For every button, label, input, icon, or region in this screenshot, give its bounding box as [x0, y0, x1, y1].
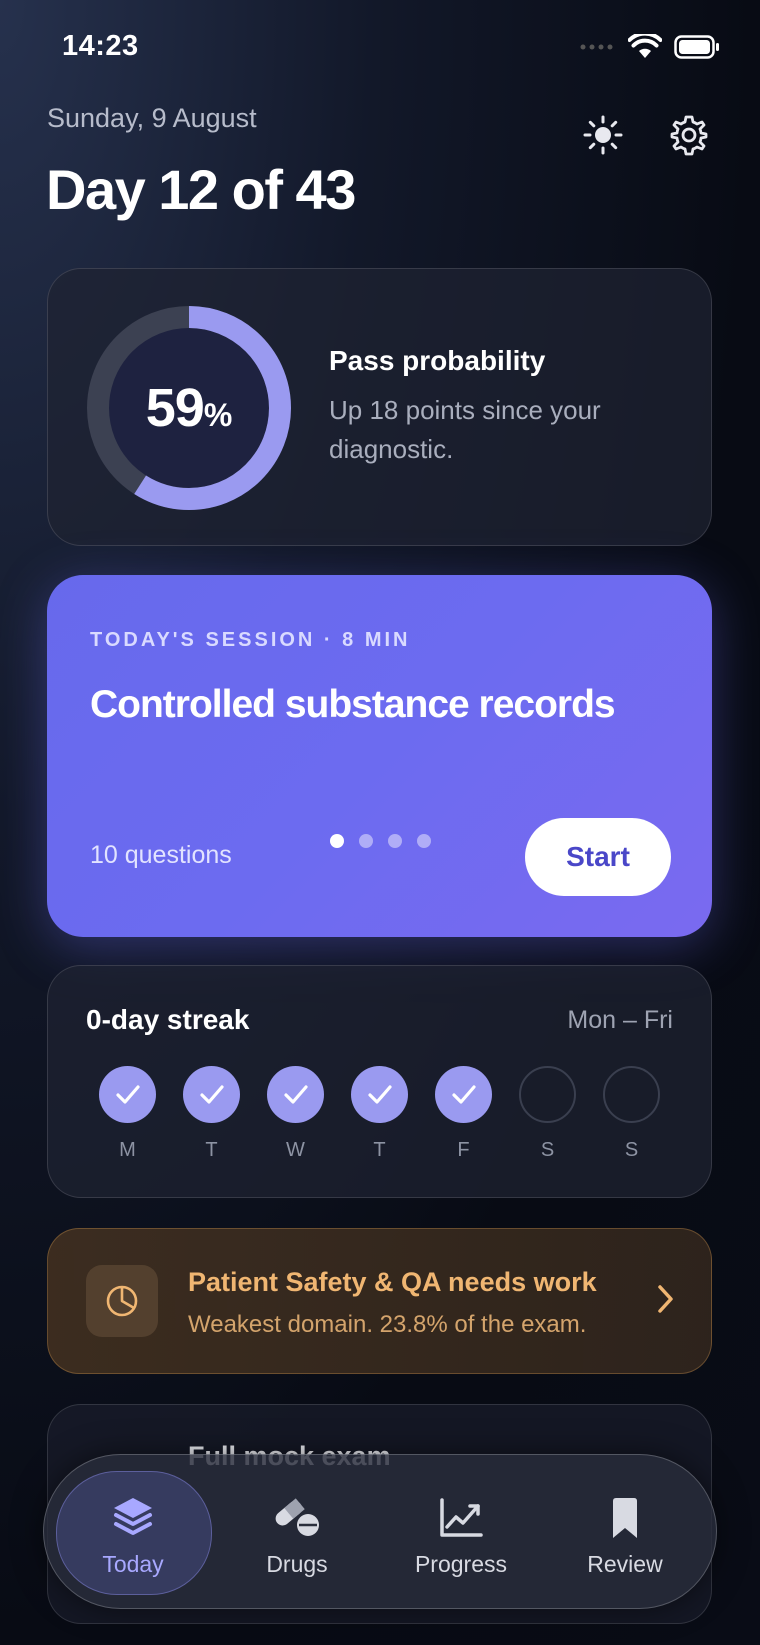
day-letter: S	[624, 1139, 639, 1161]
settings-button[interactable]	[666, 112, 712, 158]
cellular-signal-icon	[580, 44, 613, 50]
streak-day: M	[98, 1066, 157, 1162]
tab-label: Review	[587, 1551, 663, 1577]
tab-label: Today	[102, 1551, 164, 1577]
checkmark-icon	[451, 1084, 476, 1104]
streak-day: S	[602, 1066, 661, 1162]
pie-chart-icon	[106, 1285, 138, 1317]
gear-icon	[670, 115, 708, 156]
probability-subtitle: Up 18 points since your diagnostic.	[329, 395, 601, 464]
weak-domain-card[interactable]: Patient Safety & QA needs work Weakest d…	[47, 1228, 712, 1374]
tab-bar: Today Drugs Progress Review	[43, 1454, 717, 1609]
page-dot[interactable]	[388, 834, 402, 848]
session-title: Controlled substance records	[90, 683, 616, 726]
tab-label: Progress	[414, 1551, 508, 1577]
chart-icon	[440, 1498, 483, 1537]
checkmark-icon	[283, 1084, 308, 1104]
status-icons	[580, 34, 720, 60]
chevron-right-icon	[658, 1285, 673, 1313]
streak-day: T	[350, 1066, 409, 1162]
day-complete-indicator	[435, 1066, 492, 1123]
session-page-dots[interactable]	[330, 834, 431, 848]
todays-session-card[interactable]: TODAY'S SESSION · 8 MIN Controlled subst…	[47, 575, 712, 937]
tab-label: Drugs	[266, 1551, 328, 1577]
day-complete-indicator	[267, 1066, 324, 1123]
tab-review[interactable]: Review	[545, 1455, 705, 1610]
pills-icon	[275, 1498, 319, 1536]
session-question-count: 10 questions	[90, 841, 232, 869]
day-complete-indicator	[351, 1066, 408, 1123]
day-letter: S	[540, 1139, 555, 1161]
checkmark-icon	[115, 1084, 140, 1104]
day-letter: W	[286, 1139, 305, 1161]
session-label: TODAY'S SESSION · 8 MIN	[90, 629, 411, 651]
streak-card: 0-day streak Mon – Fri M T W T F S S	[47, 965, 712, 1198]
day-letter: T	[373, 1139, 386, 1161]
weak-domain-subtitle: Weakest domain. 23.8% of the exam.	[188, 1311, 587, 1338]
date-label: Sunday, 9 August	[47, 103, 257, 133]
page-dot[interactable]	[359, 834, 373, 848]
tab-today[interactable]: Today	[53, 1455, 213, 1610]
battery-icon	[674, 35, 719, 59]
wifi-icon	[628, 34, 662, 58]
status-time: 14:23	[62, 30, 139, 62]
bookmark-icon	[613, 1498, 637, 1538]
day-complete-indicator	[99, 1066, 156, 1123]
pie-chart-icon-tile	[86, 1265, 158, 1337]
streak-title: 0-day streak	[86, 1004, 250, 1035]
sun-icon	[583, 115, 623, 155]
page-dot[interactable]	[330, 834, 344, 848]
day-letter: M	[119, 1139, 136, 1161]
probability-unit: %	[203, 396, 233, 433]
probability-title: Pass probability	[329, 345, 546, 376]
start-button[interactable]: Start	[525, 818, 671, 896]
tab-progress[interactable]: Progress	[381, 1455, 541, 1610]
day-incomplete-indicator	[603, 1066, 660, 1123]
theme-toggle-button[interactable]	[580, 112, 626, 158]
checkmark-icon	[199, 1084, 224, 1104]
streak-day: T	[182, 1066, 241, 1162]
day-complete-indicator	[183, 1066, 240, 1123]
tab-drugs[interactable]: Drugs	[217, 1455, 377, 1610]
streak-range: Mon – Fri	[567, 1006, 673, 1034]
page-title: Day 12 of 43	[46, 158, 356, 221]
streak-day: F	[434, 1066, 493, 1162]
day-letter: T	[205, 1139, 218, 1161]
pass-probability-card: 59 % Pass probability Up 18 points since…	[47, 268, 712, 546]
weak-domain-title: Patient Safety & QA needs work	[188, 1267, 597, 1297]
probability-number: 59	[145, 378, 205, 438]
streak-day: W	[266, 1066, 325, 1162]
page-dot[interactable]	[417, 834, 431, 848]
streak-day: S	[518, 1066, 577, 1162]
probability-value: 59 %	[86, 305, 292, 511]
day-incomplete-indicator	[519, 1066, 576, 1123]
streak-days: MTWTFSS	[98, 1066, 661, 1162]
checkmark-icon	[367, 1084, 392, 1104]
layers-icon	[114, 1498, 152, 1535]
day-letter: F	[457, 1139, 470, 1161]
